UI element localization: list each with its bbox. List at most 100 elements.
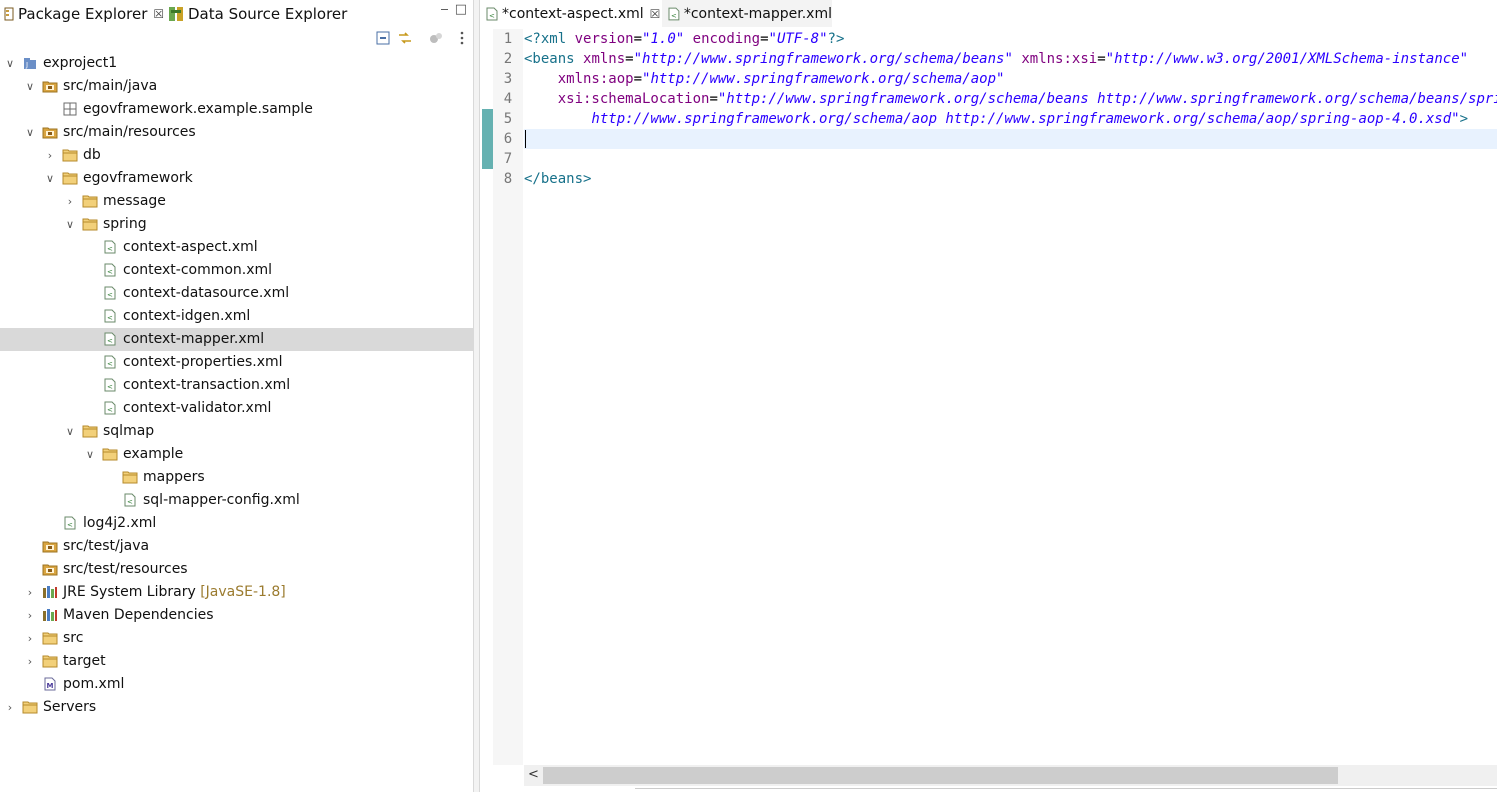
code-token: "http://www.springframework.org/schema/a… — [642, 71, 1005, 87]
tab-data-source-explorer[interactable]: Data Source Explorer — [168, 0, 347, 27]
chevron-right-icon[interactable]: › — [23, 627, 37, 650]
tree-item[interactable]: ∨ sqlmap — [0, 420, 473, 443]
tree-item[interactable]: < context-properties.xml — [0, 351, 473, 374]
line-number: 2 — [503, 51, 513, 67]
source-text[interactable]: <?xml version="1.0" encoding="UTF-8"?> <b… — [524, 29, 1497, 765]
svg-text:M: M — [47, 682, 54, 690]
chevron-right-icon[interactable]: › — [43, 144, 57, 167]
view-splitter[interactable] — [473, 0, 480, 792]
chevron-down-icon[interactable]: ∨ — [3, 52, 17, 75]
tree-item[interactable]: < context-transaction.xml — [0, 374, 473, 397]
code-token: = — [760, 31, 769, 47]
chevron-right-icon[interactable]: › — [63, 190, 77, 213]
code-area[interactable]: 12345678 <?xml version="1.0" encoding="U… — [480, 29, 1497, 765]
code-token: > — [1459, 111, 1469, 127]
code-token: <?xml — [524, 31, 567, 47]
code-token: </beans> — [524, 171, 592, 187]
tree-item[interactable]: egovframework.example.sample — [0, 98, 473, 121]
code-line[interactable]: <beans xmlns="http://www.springframework… — [524, 49, 1468, 69]
code-line[interactable]: xmlns:aop="http://www.springframework.or… — [524, 69, 1005, 89]
tree-item[interactable]: < context-common.xml — [0, 259, 473, 282]
folder-icon — [82, 423, 98, 439]
minimize-icon[interactable]: ‒ — [440, 2, 448, 17]
tree-item[interactable]: src/test/java — [0, 535, 473, 558]
chevron-right-icon[interactable]: › — [23, 650, 37, 673]
code-line[interactable] — [524, 129, 1497, 149]
source-folder-icon — [42, 538, 58, 554]
code-token: xmlns:aop — [557, 71, 634, 87]
code-line[interactable]: http://www.springframework.org/schema/ao… — [524, 109, 1468, 129]
tree-item[interactable]: < context-datasource.xml — [0, 282, 473, 305]
svg-text:<: < — [107, 383, 113, 391]
scrollbar-thumb[interactable] — [543, 767, 1338, 784]
chevron-down-icon[interactable]: ∨ — [43, 167, 57, 190]
chevron-right-icon[interactable]: › — [3, 696, 17, 719]
tree-item-label: context-idgen.xml — [123, 308, 251, 324]
chevron-down-icon[interactable]: ∨ — [83, 443, 97, 466]
tab-package-explorer[interactable]: Package Explorer ☒ — [4, 0, 164, 27]
code-token: xsi:schemaLocation — [557, 91, 710, 107]
tree-item[interactable]: › target — [0, 650, 473, 673]
tree-item[interactable]: › src — [0, 627, 473, 650]
maximize-icon[interactable]: □ — [455, 2, 467, 17]
chevron-down-icon[interactable]: ∨ — [23, 121, 37, 144]
tree-item[interactable]: mappers — [0, 466, 473, 489]
tree-item-label: egovframework — [83, 170, 193, 186]
tree-item[interactable]: ∨ src/main/resources — [0, 121, 473, 144]
tree-item[interactable]: ∨ egovframework — [0, 167, 473, 190]
code-token: "UTF-8" — [768, 31, 828, 47]
tree-item[interactable]: src/test/resources — [0, 558, 473, 581]
tree-item[interactable]: › JRE System Library [JavaSE-1.8] — [0, 581, 473, 604]
tree-item[interactable]: ∨ src/main/java — [0, 75, 473, 98]
tree-item[interactable]: < context-validator.xml — [0, 397, 473, 420]
tree-item[interactable]: < context-mapper.xml — [0, 328, 473, 351]
chevron-down-icon[interactable]: ∨ — [63, 213, 77, 236]
collapse-all-icon[interactable] — [375, 30, 391, 46]
tree-item[interactable]: › message — [0, 190, 473, 213]
scroll-left-icon[interactable]: < — [528, 767, 539, 782]
tree-item[interactable]: ∨ Jexproject1 — [0, 52, 473, 75]
horizontal-scrollbar[interactable]: < — [524, 765, 1497, 786]
maven-file-icon: M — [42, 676, 58, 692]
line-number: 5 — [503, 111, 513, 127]
folder-icon — [62, 147, 78, 163]
chevron-right-icon[interactable]: › — [23, 604, 37, 627]
code-line[interactable]: </beans> — [524, 169, 591, 189]
tree-item-label: context-common.xml — [123, 262, 273, 278]
chevron-down-icon[interactable]: ∨ — [63, 420, 77, 443]
view-menu-icon[interactable] — [454, 30, 470, 46]
xml-file-icon: < — [668, 7, 680, 20]
tree-item[interactable]: Mpom.xml — [0, 673, 473, 696]
editor-tab-context-mapper[interactable]: < *context-mapper.xml — [662, 0, 832, 27]
change-ruler — [480, 29, 493, 765]
svg-text:<: < — [107, 406, 113, 414]
tree-item[interactable]: › Maven Dependencies — [0, 604, 473, 627]
code-line[interactable]: <?xml version="1.0" encoding="UTF-8"?> — [524, 29, 844, 49]
tree-item[interactable]: < sql-mapper-config.xml — [0, 489, 473, 512]
code-line[interactable]: xsi:schemaLocation="http://www.springfra… — [524, 89, 1497, 109]
chevron-right-icon[interactable]: › — [23, 581, 37, 604]
close-icon[interactable]: ☒ — [153, 7, 164, 21]
xml-file-icon: < — [102, 262, 118, 278]
tree-item[interactable]: < context-aspect.xml — [0, 236, 473, 259]
editor-tab-context-aspect[interactable]: < *context-aspect.xml ☒ — [480, 0, 662, 27]
tree-item[interactable]: › Servers — [0, 696, 473, 719]
tree-item[interactable]: ∨ example — [0, 443, 473, 466]
tree-item[interactable]: < context-idgen.xml — [0, 305, 473, 328]
tree-item-label: context-validator.xml — [123, 400, 272, 416]
chevron-down-icon[interactable]: ∨ — [23, 75, 37, 98]
tree-item[interactable]: › db — [0, 144, 473, 167]
link-with-editor-icon[interactable] — [397, 30, 413, 46]
filters-icon[interactable] — [428, 30, 444, 46]
folder-icon — [22, 699, 38, 715]
close-icon[interactable]: ☒ — [650, 7, 661, 21]
tree-item[interactable]: < log4j2.xml — [0, 512, 473, 535]
tree-item-label: message — [103, 193, 166, 209]
tree-item[interactable]: ∨ spring — [0, 213, 473, 236]
